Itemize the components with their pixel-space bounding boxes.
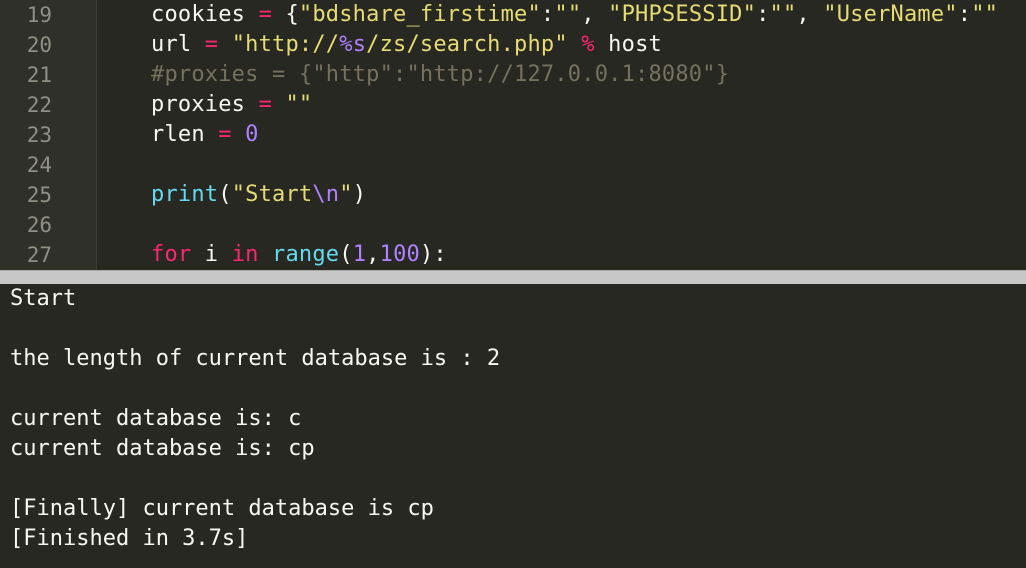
- code-token: "UserName": [823, 2, 958, 27]
- code-token: %s: [339, 32, 367, 57]
- code-line[interactable]: 27 for i in range(1,100):: [0, 240, 1026, 270]
- code-token: %: [581, 32, 595, 57]
- code-token: #proxies = {"http":"http://127.0.0.1:808…: [151, 62, 730, 87]
- code-token: proxies: [151, 92, 259, 117]
- code-line[interactable]: 20 url = "http://%s/zs/search.php" % host: [0, 30, 1026, 60]
- code-line[interactable]: 19 cookies = {"bdshare_firstime":"", "PHP…: [0, 0, 1026, 30]
- output-line: current database is: c: [10, 406, 302, 431]
- code-token: :: [957, 2, 972, 27]
- code-line[interactable]: 26: [0, 210, 1026, 240]
- code-token: ,: [366, 242, 380, 267]
- code-token: in: [231, 242, 259, 267]
- code-token: host: [594, 32, 662, 57]
- code-text: print("Start\n"): [151, 180, 366, 210]
- code-token: ": [339, 182, 353, 207]
- line-number: 23: [26, 123, 52, 147]
- code-token: cookies: [151, 2, 259, 27]
- code-token: {: [272, 2, 299, 27]
- code-text: cookies = {"bdshare_firstime":"", "PHPSE…: [151, 0, 998, 30]
- code-token: "": [769, 2, 797, 27]
- code-line[interactable]: 22 proxies = "": [0, 90, 1026, 120]
- line-number: 25: [26, 183, 52, 207]
- code-line[interactable]: 25 print("Start\n"): [0, 180, 1026, 210]
- code-token: "http://: [231, 32, 340, 57]
- code-token: /zs/search.php": [366, 32, 568, 57]
- code-token: "": [971, 2, 999, 27]
- code-token: (: [339, 242, 353, 267]
- code-text: for i in range(1,100):: [151, 240, 447, 270]
- code-line[interactable]: 21 #proxies = {"http":"http://127.0.0.1:8…: [0, 60, 1026, 90]
- code-token: 0: [245, 122, 259, 147]
- output-line: the length of current database is : 2: [10, 346, 501, 371]
- code-token: =: [204, 32, 219, 57]
- code-token: url: [151, 32, 205, 57]
- line-number: 24: [26, 153, 52, 177]
- output-line: Start: [10, 286, 77, 311]
- line-number: 26: [26, 213, 52, 237]
- code-editor[interactable]: 19 cookies = {"bdshare_firstime":"", "PHP…: [0, 0, 1026, 270]
- code-token: 100: [379, 242, 420, 267]
- code-token: :: [540, 2, 555, 27]
- line-number: 19: [26, 3, 52, 27]
- code-token: =: [218, 122, 232, 147]
- code-token: ): [352, 182, 367, 207]
- line-number: 21: [26, 63, 52, 87]
- code-token: :: [756, 2, 770, 27]
- code-line[interactable]: 23 rlen = 0: [0, 120, 1026, 150]
- code-token: "": [554, 2, 582, 27]
- code-token: \n: [312, 182, 340, 207]
- code-text: #proxies = {"http":"http://127.0.0.1:808…: [151, 60, 729, 90]
- code-token: "Start: [231, 182, 313, 207]
- output-line: [Finished in 3.7s]: [10, 526, 249, 551]
- output-line: [Finally] current database is cp: [10, 496, 434, 521]
- code-text: rlen = 0: [151, 120, 259, 150]
- code-text: url = "http://%s/zs/search.php" % host: [151, 30, 662, 60]
- code-text: proxies = "": [151, 90, 312, 120]
- code-token: ):: [419, 242, 447, 267]
- code-token: rlen: [151, 122, 219, 147]
- output-line: current database is: cp: [10, 436, 315, 461]
- code-token: i: [191, 242, 232, 267]
- code-line[interactable]: 24: [0, 150, 1026, 180]
- build-output-panel[interactable]: Start the length of current database is :…: [0, 284, 1026, 568]
- code-token: print: [151, 182, 219, 207]
- line-number: 20: [26, 33, 52, 57]
- line-number: 22: [26, 93, 52, 117]
- code-token: "PHPSESSID": [608, 2, 757, 27]
- code-token: =: [258, 2, 273, 27]
- panel-splitter[interactable]: [0, 270, 1026, 284]
- code-token: range: [272, 242, 340, 267]
- code-token: for: [151, 242, 192, 267]
- code-token: =: [258, 92, 273, 117]
- code-token: (: [218, 182, 232, 207]
- code-token: 1: [352, 242, 367, 267]
- line-number: 27: [26, 243, 52, 267]
- code-token: ,: [581, 2, 609, 27]
- code-token: "": [285, 92, 313, 117]
- code-token: "bdshare_firstime": [298, 2, 541, 27]
- code-token: ,: [796, 2, 824, 27]
